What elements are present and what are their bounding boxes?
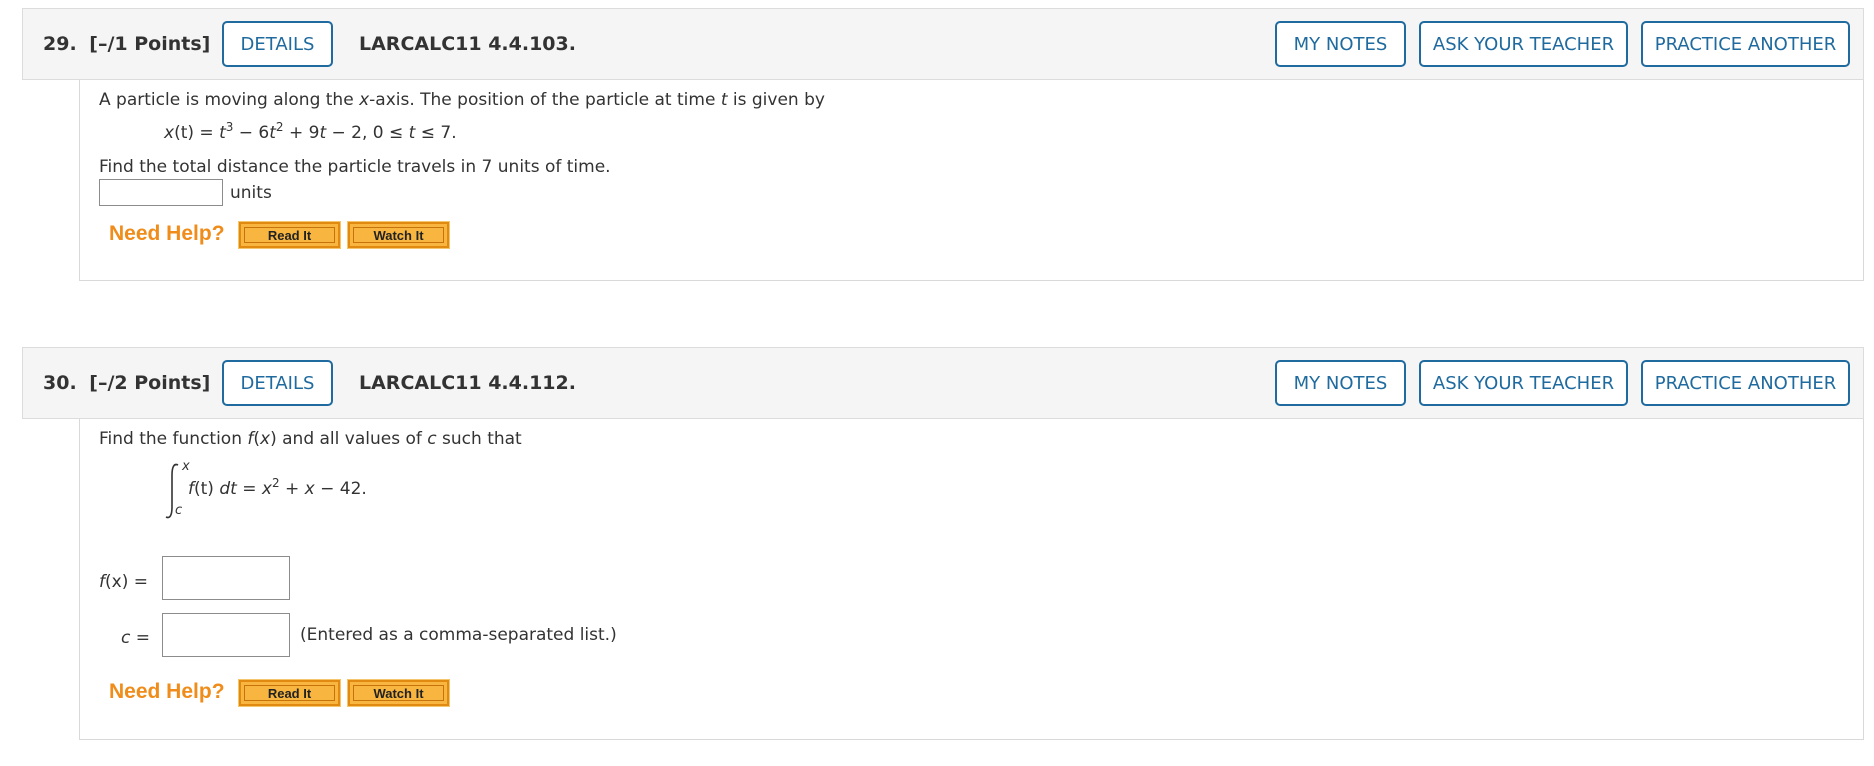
need-help-label: Need Help? [109, 680, 225, 703]
distance-answer-input[interactable] [99, 179, 223, 206]
read-it-label: Read It [244, 685, 335, 701]
c-label: c = [121, 628, 151, 648]
read-it-label: Read It [244, 227, 335, 243]
integral-lower-limit: c [175, 503, 183, 518]
need-help-label: Need Help? [109, 222, 225, 245]
ask-your-teacher-button[interactable]: ASK YOUR TEACHER [1419, 21, 1628, 67]
read-it-button[interactable]: Read It [238, 679, 341, 707]
read-it-button[interactable]: Read It [238, 221, 341, 249]
fx-label: f(x) = [99, 572, 148, 592]
question-prompt: Find the function f(x) and all values of… [99, 429, 522, 449]
question-number: 29. [–/1 Points] [43, 33, 210, 55]
my-notes-button[interactable]: MY NOTES [1275, 21, 1406, 67]
watch-it-button[interactable]: Watch It [347, 679, 450, 707]
question-prompt: A particle is moving along the x-axis. T… [99, 90, 825, 110]
integral-upper-limit: x [182, 459, 190, 474]
question-30-header: 30. [–/2 Points] DETAILS LARCALC11 4.4.1… [22, 347, 1864, 419]
my-notes-button[interactable]: MY NOTES [1275, 360, 1406, 406]
fx-answer-input[interactable] [162, 556, 290, 600]
question-code: LARCALC11 4.4.112. [359, 372, 576, 394]
question-points: [–/1 Points] [89, 33, 211, 55]
watch-it-button[interactable]: Watch It [347, 221, 450, 249]
question-29-body: A particle is moving along the x-axis. T… [79, 80, 1864, 281]
integral-expression: f(t) dt = x2 + x − 42. [188, 476, 367, 499]
watch-it-label: Watch It [353, 685, 444, 701]
c-answer-input[interactable] [162, 613, 290, 657]
watch-it-label: Watch It [353, 227, 444, 243]
question-number-text: 29. [43, 33, 77, 55]
question-29-header: 29. [–/1 Points] DETAILS LARCALC11 4.4.1… [22, 8, 1864, 80]
practice-another-button[interactable]: PRACTICE ANOTHER [1641, 360, 1850, 406]
details-button[interactable]: DETAILS [222, 21, 333, 67]
question-points: [–/2 Points] [89, 372, 211, 394]
question-30-body: Find the function f(x) and all values of… [79, 419, 1864, 740]
c-format-note: (Entered as a comma-separated list.) [300, 625, 617, 645]
details-button[interactable]: DETAILS [222, 360, 333, 406]
units-label: units [230, 183, 272, 203]
ask-your-teacher-button[interactable]: ASK YOUR TEACHER [1419, 360, 1628, 406]
question-number: 30. [–/2 Points] [43, 372, 210, 394]
position-equation: x(t) = t3 − 6t2 + 9t − 2, 0 ≤ t ≤ 7. [164, 120, 457, 143]
question-code: LARCALC11 4.4.103. [359, 33, 576, 55]
practice-another-button[interactable]: PRACTICE ANOTHER [1641, 21, 1850, 67]
question-number-text: 30. [43, 372, 77, 394]
integral-equation: x c f(t) dt = x2 + x − 42. [162, 459, 482, 521]
find-distance-text: Find the total distance the particle tra… [99, 157, 611, 177]
